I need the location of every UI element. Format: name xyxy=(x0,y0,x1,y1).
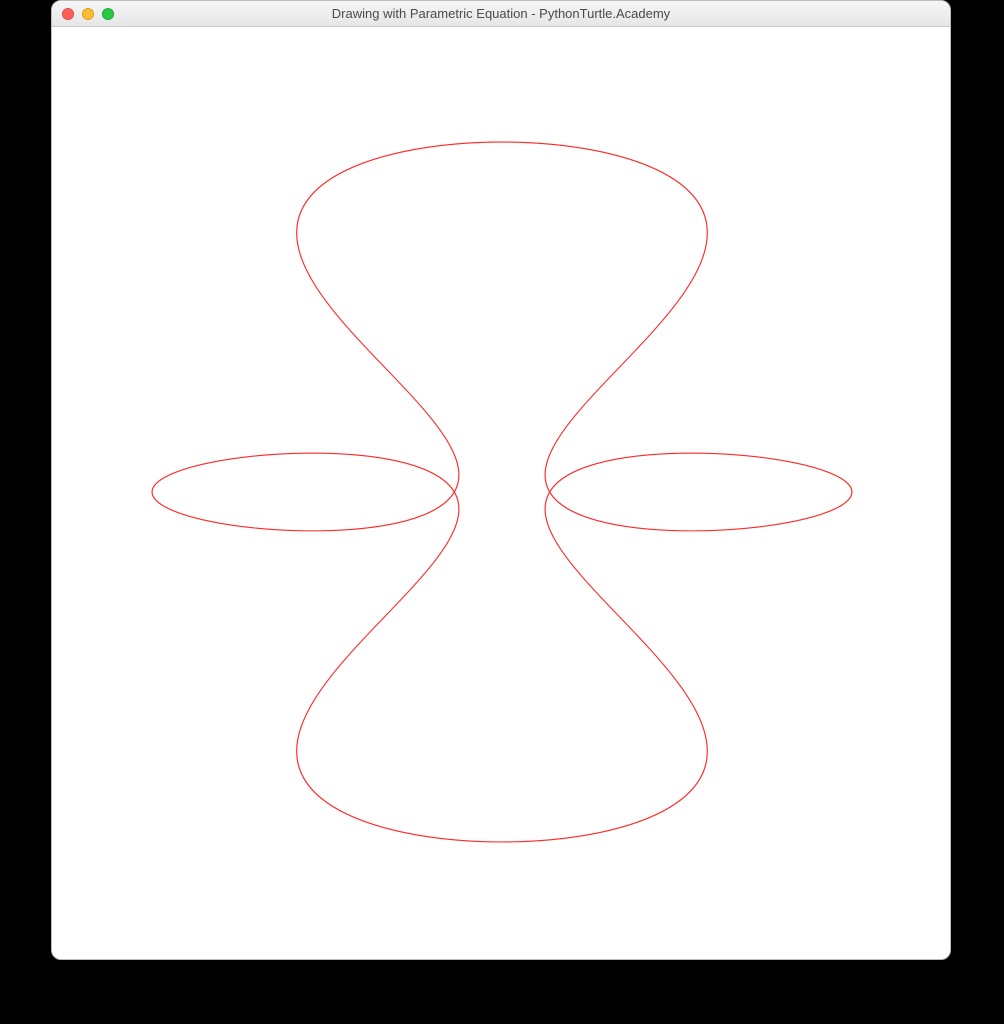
titlebar[interactable]: Drawing with Parametric Equation - Pytho… xyxy=(52,1,950,27)
app-window: Drawing with Parametric Equation - Pytho… xyxy=(51,0,951,960)
window-title: Drawing with Parametric Equation - Pytho… xyxy=(52,6,950,21)
parametric-curve xyxy=(152,142,852,842)
canvas-area xyxy=(52,27,950,959)
traffic-lights xyxy=(52,8,114,20)
maximize-icon[interactable] xyxy=(102,8,114,20)
close-icon[interactable] xyxy=(62,8,74,20)
minimize-icon[interactable] xyxy=(82,8,94,20)
parametric-plot xyxy=(52,27,951,960)
